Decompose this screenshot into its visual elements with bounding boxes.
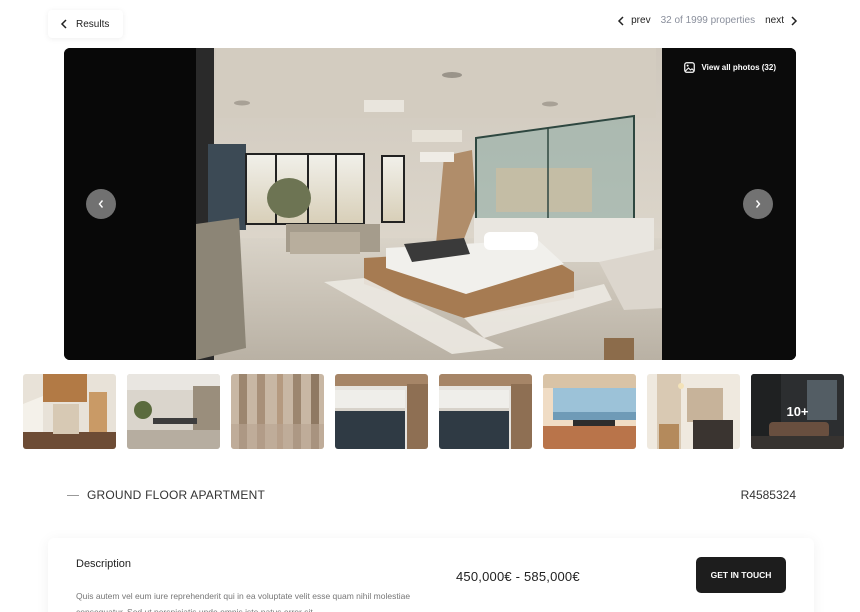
chevron-left-icon (618, 15, 624, 26)
property-position: 32 of 1999 properties (660, 15, 756, 26)
sea-view-dining-photo (543, 374, 636, 449)
thumbnail-1[interactable] (23, 374, 116, 449)
chevron-left-icon (60, 19, 67, 29)
price-range: 450,000€ - 585,000€ (456, 569, 580, 584)
kitchen-photo (335, 374, 428, 449)
chevron-right-icon (791, 15, 798, 26)
chevron-left-icon (98, 200, 104, 208)
more-photos-count: 10+ (751, 374, 844, 449)
thumbnail-more[interactable]: 10+ (751, 374, 844, 449)
thumbnail-6[interactable] (543, 374, 636, 449)
description-heading: Description (76, 558, 132, 570)
thumbnail-5[interactable] (439, 374, 532, 449)
thumbnail-7[interactable] (647, 374, 740, 449)
back-to-results-button[interactable]: Results (48, 10, 124, 38)
next-photo-button[interactable] (743, 189, 773, 219)
next-label: next (765, 15, 784, 26)
previous-photo-button[interactable] (86, 189, 116, 219)
thumbnail-4[interactable] (335, 374, 428, 449)
back-label: Results (76, 18, 110, 30)
view-all-label: View all photos (32) (701, 63, 776, 72)
kitchen-photo (439, 374, 532, 449)
bedroom-photo (64, 48, 796, 360)
curtains-photo (231, 374, 324, 449)
divider-dash (67, 494, 79, 496)
staircase-photo (23, 374, 116, 449)
dining-plant-photo (127, 374, 220, 449)
property-type-label: GROUND FLOOR APARTMENT (87, 488, 265, 502)
thumbnail-strip: 10+ (23, 374, 844, 449)
chevron-right-icon (755, 200, 761, 208)
prev-label: prev (631, 15, 651, 26)
thumbnail-3[interactable] (231, 374, 324, 449)
description-text: Quis autem vel eum iure reprehenderit qu… (76, 591, 411, 612)
listing-type: GROUND FLOOR APARTMENT (67, 488, 265, 502)
main-photo[interactable]: View all photos (32) (64, 48, 796, 360)
view-all-photos-button[interactable]: View all photos (32) (684, 62, 776, 73)
thumbnail-2[interactable] (127, 374, 220, 449)
get-in-touch-button[interactable]: GET IN TOUCH (696, 557, 786, 593)
property-pager: prev 32 of 1999 properties next (617, 15, 798, 26)
prev-button[interactable]: prev (617, 15, 651, 26)
property-reference: R4585324 (740, 488, 796, 502)
next-button[interactable]: next (765, 15, 798, 26)
hallway-bar-photo (647, 374, 740, 449)
image-icon (684, 62, 696, 73)
property-details-card: Description Quis autem vel eum iure repr… (48, 538, 814, 612)
